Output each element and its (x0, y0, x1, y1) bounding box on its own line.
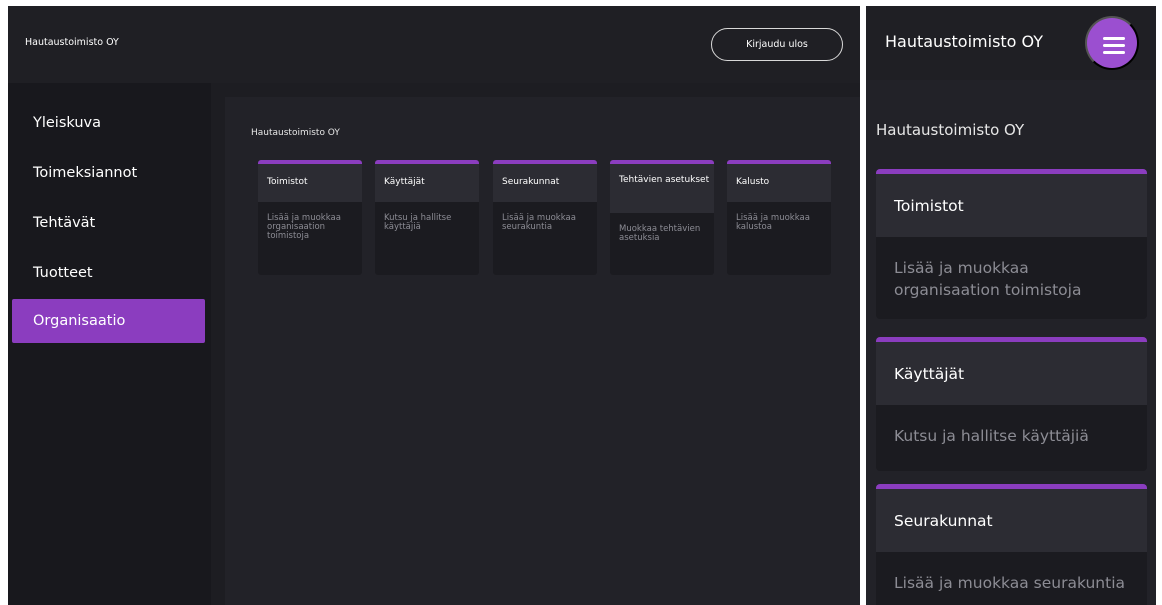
main-content: Hautaustoimisto OY Toimistot Lisää ja mu… (225, 97, 860, 605)
card-description: Kutsu ja hallitse käyttäjiä (384, 213, 452, 232)
card-kayttajat[interactable]: Käyttäjät Kutsu ja hallitse käyttäjiä (375, 160, 479, 275)
card-description: Lisää ja muokkaa seurakuntia (502, 213, 576, 232)
hamburger-bar (1103, 51, 1125, 54)
card-title: Käyttäjät (876, 342, 1147, 405)
card-title: Seurakunnat (493, 164, 597, 202)
card-title: Seurakunnat (876, 489, 1147, 552)
app-header: Hautaustoimisto OY Kirjaudu ulos (8, 6, 860, 83)
card-description: Muokkaa tehtävien asetuksia (619, 224, 701, 243)
card-title: Käyttäjät (375, 164, 479, 202)
card-tehtavien-asetukset[interactable]: Tehtävien asetukset Muokkaa tehtävien as… (610, 160, 714, 275)
card-description: Lisää ja muokkaa kalustoa (736, 213, 810, 232)
sidebar-item-organisaatio[interactable]: Organisaatio (12, 299, 205, 343)
card-seurakunnat[interactable]: Seurakunnat Lisää ja muokkaa seurakuntia (876, 484, 1147, 605)
logout-button[interactable]: Kirjaudu ulos (711, 28, 843, 61)
page-title: Hautaustoimisto OY (251, 128, 340, 138)
card-toimistot[interactable]: Toimistot Lisää ja muokkaa organisaation… (876, 169, 1147, 319)
card-title: Toimistot (876, 174, 1147, 237)
card-title: Kalusto (727, 164, 831, 202)
sidebar-item-toimeksiannot[interactable]: Toimeksiannot (12, 151, 205, 195)
card-kayttajat[interactable]: Käyttäjät Kutsu ja hallitse käyttäjiä (876, 337, 1147, 471)
card-description: Kutsu ja hallitse käyttäjiä (894, 427, 1089, 445)
sidebar-item-tuotteet[interactable]: Tuotteet (12, 251, 205, 295)
card-title: Toimistot (258, 164, 362, 202)
card-description: Lisää ja muokkaa organisaation toimistoj… (267, 213, 341, 241)
org-name: Hautaustoimisto OY (25, 37, 119, 48)
mobile-view: Hautaustoimisto OY Hautaustoimisto OY To… (866, 6, 1156, 605)
sidebar-item-tehtavat[interactable]: Tehtävät (12, 201, 205, 245)
card-title: Tehtävien asetukset (610, 164, 714, 213)
page-title: Hautaustoimisto OY (876, 121, 1025, 139)
hamburger-bar (1103, 37, 1125, 40)
card-seurakunnat[interactable]: Seurakunnat Lisää ja muokkaa seurakuntia (493, 160, 597, 275)
sidebar: Yleiskuva Toimeksiannot Tehtävät Tuottee… (8, 83, 211, 605)
mobile-header: Hautaustoimisto OY (866, 6, 1156, 80)
menu-button[interactable] (1085, 16, 1139, 70)
org-name: Hautaustoimisto OY (885, 32, 1044, 51)
desktop-view: Hautaustoimisto OY Kirjaudu ulos Yleisku… (8, 6, 860, 605)
mobile-main-content: Hautaustoimisto OY Toimistot Lisää ja mu… (866, 80, 1156, 605)
sidebar-item-yleiskuva[interactable]: Yleiskuva (12, 101, 205, 145)
card-kalusto[interactable]: Kalusto Lisää ja muokkaa kalustoa (727, 160, 831, 275)
hamburger-bar (1103, 44, 1125, 47)
card-toimistot[interactable]: Toimistot Lisää ja muokkaa organisaation… (258, 160, 362, 275)
card-description: Lisää ja muokkaa organisaation toimistoj… (894, 259, 1082, 299)
card-description: Lisää ja muokkaa seurakuntia (894, 574, 1126, 592)
